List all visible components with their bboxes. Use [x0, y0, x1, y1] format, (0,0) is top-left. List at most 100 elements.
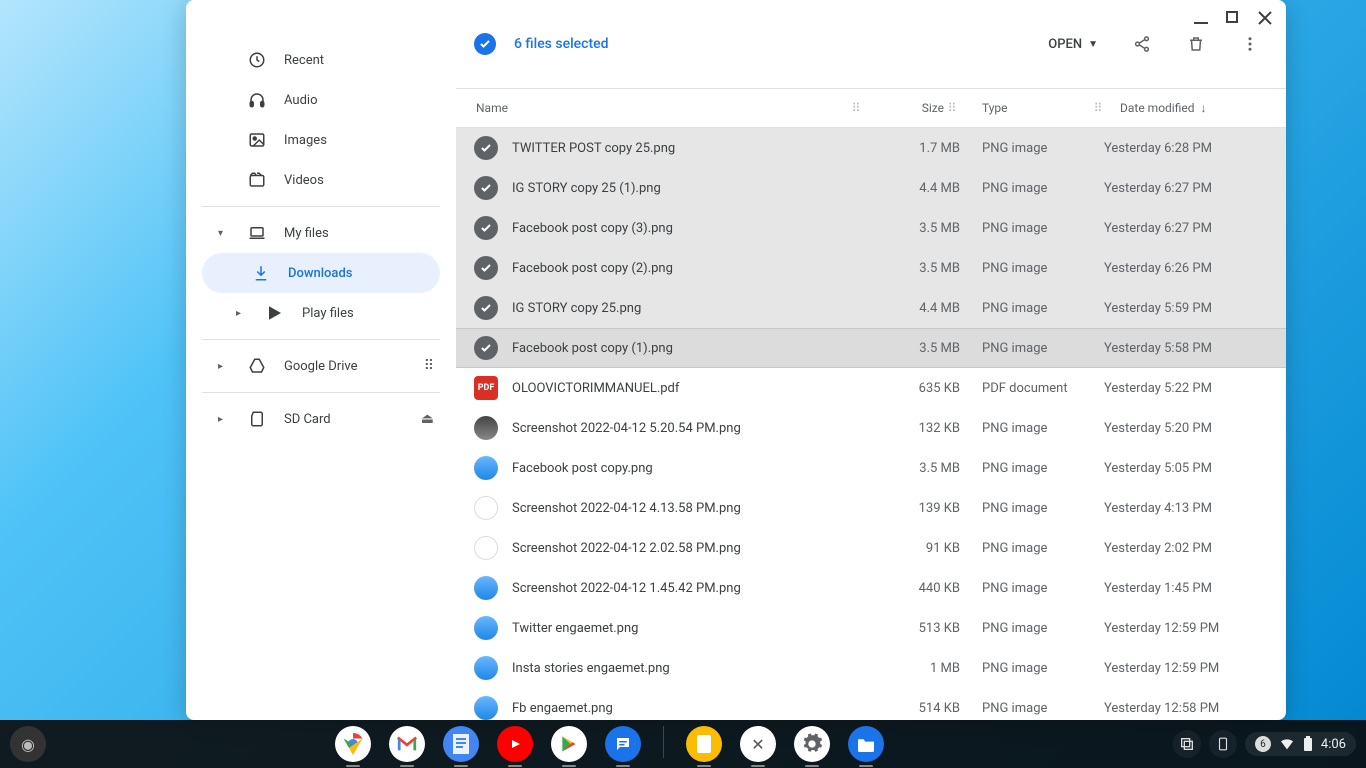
sidebar-item-label: Recent — [284, 53, 324, 68]
file-thumbnail — [474, 576, 498, 600]
dropdown-arrow-icon: ▼ — [1088, 39, 1098, 50]
maximize-button[interactable] — [1226, 11, 1240, 25]
file-list[interactable]: TWITTER POST copy 25.png1.7 MBPNG imageY… — [456, 128, 1286, 720]
sidebar-item-videos[interactable]: Videos — [202, 160, 440, 200]
file-date: Yesterday 6:28 PM — [1090, 141, 1266, 156]
drag-handle-icon[interactable]: ⠿ — [424, 358, 440, 374]
sidebar-item-play-files[interactable]: ▸ Play files — [202, 293, 440, 333]
file-row[interactable]: Screenshot 2022-04-12 2.02.58 PM.png91 K… — [456, 528, 1286, 568]
keep-app-icon[interactable] — [686, 726, 722, 762]
settings-app-icon[interactable] — [794, 726, 830, 762]
file-row[interactable]: IG STORY copy 25 (1).png4.4 MBPNG imageY… — [456, 168, 1286, 208]
minimize-button[interactable] — [1194, 11, 1208, 25]
docs-app-icon[interactable] — [443, 726, 479, 762]
file-date: Yesterday 4:13 PM — [1090, 501, 1266, 516]
chevron-down-icon[interactable]: ▾ — [218, 228, 230, 239]
selected-check-icon — [474, 136, 498, 160]
file-size: 440 KB — [880, 581, 960, 596]
file-row[interactable]: Facebook post copy (2).png3.5 MBPNG imag… — [456, 248, 1286, 288]
sidebar-item-label: Play files — [302, 306, 354, 321]
file-name: Screenshot 2022-04-12 1.45.42 PM.png — [512, 581, 880, 596]
divider — [202, 339, 440, 340]
file-row[interactable]: Screenshot 2022-04-12 5.20.54 PM.png132 … — [456, 408, 1286, 448]
sidebar-item-images[interactable]: Images — [202, 120, 440, 160]
column-headers: Name ⠿ Size ⠿ Type ⠿ Date modified ↓ — [456, 88, 1286, 128]
share-button[interactable] — [1132, 34, 1152, 54]
chevron-right-icon[interactable]: ▸ — [218, 414, 230, 425]
file-name: Screenshot 2022-04-12 2.02.58 PM.png — [512, 541, 880, 556]
file-size: 4.4 MB — [880, 181, 960, 196]
file-row[interactable]: PDFOLOOVICTORIMMANUEL.pdf635 KBPDF docum… — [456, 368, 1286, 408]
column-header-name[interactable]: Name — [474, 101, 848, 115]
column-resize-handle[interactable]: ⠿ — [944, 101, 960, 115]
sidebar-item-label: Google Drive — [284, 359, 357, 374]
file-row[interactable]: TWITTER POST copy 25.png1.7 MBPNG imageY… — [456, 128, 1286, 168]
file-row[interactable]: Twitter engaemet.png513 KBPNG imageYeste… — [456, 608, 1286, 648]
column-resize-handle[interactable]: ⠿ — [848, 101, 864, 115]
youtube-app-icon[interactable] — [497, 726, 533, 762]
clock-icon — [248, 51, 266, 69]
close-button[interactable] — [1258, 11, 1272, 25]
file-name: Facebook post copy.png — [512, 461, 880, 476]
open-button[interactable]: OPEN ▼ — [1048, 37, 1098, 52]
file-name: OLOOVICTORIMMANUEL.pdf — [512, 381, 880, 396]
launcher-button[interactable]: ◉ — [10, 726, 46, 762]
files-app-icon[interactable] — [848, 726, 884, 762]
gmail-app-icon[interactable] — [389, 726, 425, 762]
file-date: Yesterday 12:58 PM — [1090, 701, 1266, 716]
sidebar-item-google-drive[interactable]: ▸ Google Drive ⠿ — [202, 346, 440, 386]
sidebar-item-label: Audio — [284, 93, 317, 108]
file-size: 3.5 MB — [880, 461, 960, 476]
column-header-date[interactable]: Date modified ↓ — [1106, 101, 1266, 115]
column-resize-handle[interactable]: ⠿ — [1090, 101, 1106, 115]
file-date: Yesterday 5:05 PM — [1090, 461, 1266, 476]
file-size: 132 KB — [880, 421, 960, 436]
design-app-icon[interactable]: ✕ — [740, 726, 776, 762]
file-row[interactable]: IG STORY copy 25.png4.4 MBPNG imageYeste… — [456, 288, 1286, 328]
file-row[interactable]: Facebook post copy (1).png3.5 MBPNG imag… — [456, 328, 1286, 368]
sidebar-item-recent[interactable]: Recent — [202, 40, 440, 80]
chevron-right-icon[interactable]: ▸ — [218, 361, 230, 372]
file-row[interactable]: Facebook post copy (3).png3.5 MBPNG imag… — [456, 208, 1286, 248]
sd-card-icon — [248, 410, 266, 428]
chrome-app-icon[interactable] — [335, 726, 371, 762]
file-type: PNG image — [960, 541, 1090, 556]
sidebar-item-audio[interactable]: Audio — [202, 80, 440, 120]
file-type: PNG image — [960, 461, 1090, 476]
file-type: PNG image — [960, 221, 1090, 236]
file-type: PNG image — [960, 621, 1090, 636]
file-row[interactable]: Insta stories engaemet.png1 MBPNG imageY… — [456, 648, 1286, 688]
main-panel: 6 files selected OPEN ▼ Name ⠿ Size ⠿ Ty… — [456, 0, 1286, 720]
file-name: Screenshot 2022-04-12 4.13.58 PM.png — [512, 501, 880, 516]
more-options-button[interactable] — [1240, 34, 1260, 54]
column-header-type[interactable]: Type — [960, 101, 1090, 115]
tote-tray-icon[interactable] — [1173, 730, 1201, 758]
file-row[interactable]: Fb engaemet.png514 KBPNG imageYesterday … — [456, 688, 1286, 720]
delete-button[interactable] — [1186, 34, 1206, 54]
file-type: PNG image — [960, 421, 1090, 436]
file-row[interactable]: Facebook post copy.png3.5 MBPNG imageYes… — [456, 448, 1286, 488]
file-date: Yesterday 6:27 PM — [1090, 181, 1266, 196]
video-icon — [248, 171, 266, 189]
file-name: Insta stories engaemet.png — [512, 661, 880, 676]
column-header-size[interactable]: Size — [864, 101, 944, 115]
play-store-app-icon[interactable] — [551, 726, 587, 762]
status-tray[interactable]: 6 4:06 — [1245, 732, 1356, 756]
file-date: Yesterday 5:58 PM — [1090, 341, 1266, 356]
file-name: Facebook post copy (3).png — [512, 221, 880, 236]
image-icon — [248, 131, 266, 149]
sidebar-item-sd-card[interactable]: ▸ SD Card ⏏ — [202, 399, 440, 439]
sidebar-item-my-files[interactable]: ▾ My files — [202, 213, 440, 253]
system-tray[interactable]: 6 4:06 — [1173, 730, 1356, 758]
sidebar-item-downloads[interactable]: Downloads — [202, 253, 440, 293]
messages-app-icon[interactable] — [605, 726, 641, 762]
file-type: PNG image — [960, 181, 1090, 196]
phone-hub-icon[interactable] — [1209, 730, 1237, 758]
file-row[interactable]: Screenshot 2022-04-12 1.45.42 PM.png440 … — [456, 568, 1286, 608]
sidebar-item-label: Images — [284, 133, 327, 148]
file-row[interactable]: Screenshot 2022-04-12 4.13.58 PM.png139 … — [456, 488, 1286, 528]
file-date: Yesterday 5:59 PM — [1090, 301, 1266, 316]
chevron-right-icon[interactable]: ▸ — [236, 308, 248, 319]
selection-check-icon[interactable] — [474, 33, 496, 55]
eject-icon[interactable]: ⏏ — [421, 411, 440, 427]
